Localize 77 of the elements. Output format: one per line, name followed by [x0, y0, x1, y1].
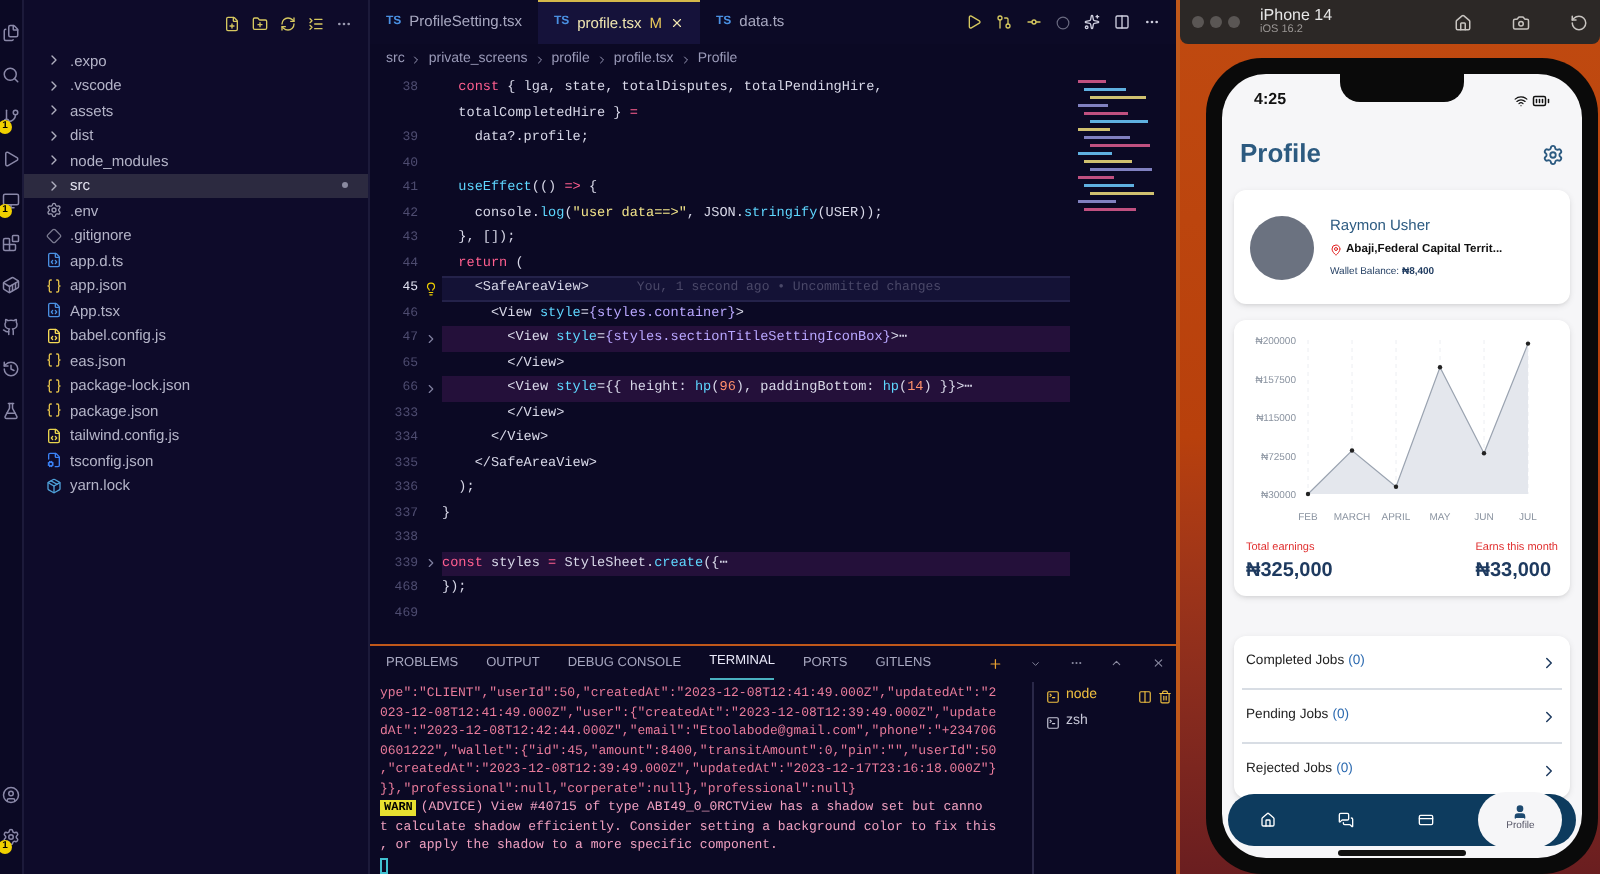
- data-point: [1437, 365, 1443, 370]
- refresh-icon[interactable]: [280, 16, 296, 32]
- activity-icon[interactable]: [2, 234, 20, 252]
- braces-icon: [46, 402, 62, 419]
- status-time: 4:25: [1254, 88, 1287, 112]
- run-icon[interactable]: [966, 14, 982, 30]
- config-file-icon: [46, 452, 62, 469]
- wifi-icon: [1514, 93, 1528, 107]
- terminal-icon: [1046, 689, 1060, 703]
- battery-icon: [1532, 91, 1550, 109]
- terminal-cursor: [380, 858, 388, 874]
- circle-icon[interactable]: [1056, 15, 1070, 29]
- gear-icon: [46, 202, 62, 219]
- activity-icon[interactable]: [2, 786, 20, 804]
- package-icon: [46, 477, 62, 494]
- code-file-icon: [46, 252, 62, 269]
- earnings-amount: ₦33,000: [1475, 558, 1554, 587]
- fold-chevron-icon[interactable]: [423, 556, 437, 571]
- home-icon[interactable]: [1454, 13, 1472, 31]
- split-icon[interactable]: [1138, 689, 1152, 703]
- chevron-right-icon[interactable]: [1540, 762, 1558, 780]
- wallet-icon: [1417, 812, 1434, 828]
- activity-icon[interactable]: [2, 66, 20, 84]
- avatar-placeholder: [1250, 215, 1314, 279]
- activity-icon[interactable]: [2, 276, 20, 294]
- device-name: iPhone 14: [1260, 7, 1333, 24]
- data-point: [1393, 484, 1399, 489]
- settings-icon[interactable]: [1542, 143, 1564, 165]
- collapse-icon[interactable]: [308, 16, 324, 32]
- new-file-icon[interactable]: [224, 16, 240, 32]
- add-icon[interactable]: [987, 655, 1002, 672]
- activity-icon[interactable]: [2, 192, 20, 210]
- chevron-icon: [410, 54, 423, 66]
- fold-chevron-icon[interactable]: [423, 381, 437, 396]
- page-title: Profile: [1240, 136, 1321, 173]
- chevron-icon: [533, 54, 546, 66]
- earnings-amount: ₦325,000: [1246, 558, 1333, 587]
- notch: [1340, 74, 1464, 102]
- activity-icon[interactable]: [2, 24, 20, 42]
- data-point: [1525, 341, 1531, 346]
- code-file-icon: [46, 302, 62, 319]
- data-point: [1305, 491, 1311, 497]
- activity-icon[interactable]: [2, 402, 20, 420]
- chat-icon: [1338, 812, 1355, 828]
- rotate-icon[interactable]: [1570, 13, 1588, 31]
- activity-icon[interactable]: [2, 318, 20, 336]
- code-file-icon: [46, 327, 62, 344]
- pull-request-icon[interactable]: [996, 14, 1012, 30]
- data-point: [1349, 448, 1355, 453]
- location-pin-icon: [1330, 244, 1342, 257]
- home-indicator: [1338, 850, 1466, 856]
- chevron-right-icon[interactable]: [1540, 707, 1558, 725]
- maximize-icon[interactable]: [1110, 656, 1123, 671]
- braces-icon: [46, 377, 62, 394]
- split-editor-icon[interactable]: [1114, 14, 1130, 30]
- chevron-right-icon[interactable]: [1540, 653, 1558, 671]
- chevron-icon: [679, 54, 692, 66]
- terminal-icon: [1046, 715, 1060, 729]
- diamond-icon: [46, 227, 62, 244]
- braces-icon: [46, 277, 62, 294]
- sparkle-icon[interactable]: [1084, 14, 1100, 30]
- activity-icon[interactable]: [2, 360, 20, 378]
- home-icon: [1259, 812, 1276, 828]
- data-point: [1481, 451, 1487, 456]
- braces-icon: [46, 352, 62, 369]
- activity-icon[interactable]: [2, 150, 20, 168]
- dropdown-icon[interactable]: [1029, 657, 1042, 670]
- chevron-icon: [595, 54, 608, 66]
- code-file-icon: [46, 427, 62, 444]
- person-icon: [1512, 804, 1529, 821]
- fold-chevron-icon[interactable]: [423, 331, 437, 346]
- camera-icon[interactable]: [1512, 13, 1530, 31]
- trash-icon[interactable]: [1158, 689, 1172, 703]
- lightbulb-icon[interactable]: [423, 281, 437, 296]
- new-folder-icon[interactable]: [252, 16, 268, 32]
- commit-icon[interactable]: [1026, 14, 1042, 30]
- activity-icon[interactable]: [2, 828, 20, 846]
